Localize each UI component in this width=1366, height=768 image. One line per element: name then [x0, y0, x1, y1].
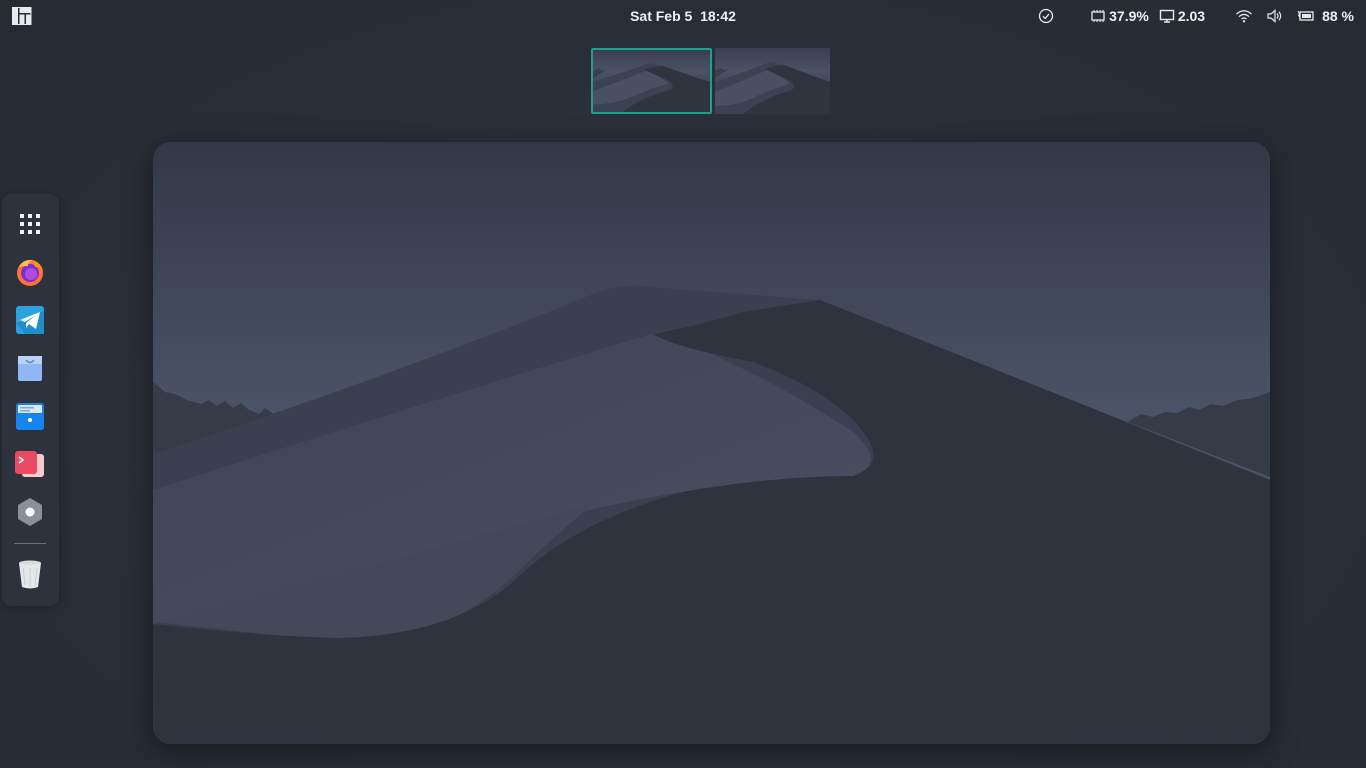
trash-icon [19, 560, 41, 589]
app-grid-icon [20, 214, 40, 234]
desert-dunes-wallpaper [153, 142, 1270, 744]
dock-item-trash[interactable] [14, 558, 46, 590]
dock-separator [14, 543, 46, 544]
wallpaper-thumbnail [715, 62, 830, 114]
dock-item-settings[interactable] [14, 496, 46, 528]
workspace-thumbnail-2[interactable] [715, 48, 830, 114]
updates-indicator[interactable] [1038, 8, 1054, 24]
top-bar: Sat Feb 5 18:42 37.9% 2.03 88 % [0, 0, 1366, 32]
telegram-icon [16, 306, 44, 334]
firefox-icon [17, 259, 43, 286]
status-menu[interactable]: 88 % [1235, 8, 1354, 24]
load-monitor[interactable]: 2.03 [1159, 8, 1205, 24]
time-label: 18:42 [700, 8, 736, 24]
cpu-chip-icon [1091, 10, 1105, 22]
dock-item-telegram[interactable] [14, 304, 46, 336]
date-label: Sat Feb 5 [630, 8, 693, 24]
file-manager-icon [16, 403, 44, 430]
cpu-value: 37.9% [1109, 8, 1149, 24]
gear-icon [18, 498, 42, 526]
cpu-monitor[interactable]: 37.9% [1090, 8, 1149, 24]
wallpaper-thumbnail [593, 63, 710, 112]
dock-item-terminal[interactable] [14, 448, 46, 480]
system-tray: 37.9% 2.03 88 % [1038, 6, 1354, 26]
battery-charging-icon [1297, 10, 1314, 21]
dock-item-firefox[interactable] [14, 256, 46, 288]
check-circle-icon [1038, 8, 1054, 24]
monitor-icon [1159, 9, 1175, 23]
battery-value: 88 % [1322, 8, 1354, 24]
terminal-icon [15, 451, 44, 477]
volume-icon [1267, 9, 1282, 23]
dock-item-software-store[interactable] [14, 352, 46, 384]
workspace-thumbnail-1[interactable] [591, 48, 712, 114]
shopping-bag-icon [18, 356, 42, 381]
dock-item-files[interactable] [14, 400, 46, 432]
load-value: 2.03 [1177, 8, 1206, 24]
wifi-icon [1236, 10, 1253, 23]
dock [2, 194, 59, 606]
workspace-preview[interactable] [153, 142, 1270, 744]
show-apps-button[interactable] [14, 208, 46, 240]
